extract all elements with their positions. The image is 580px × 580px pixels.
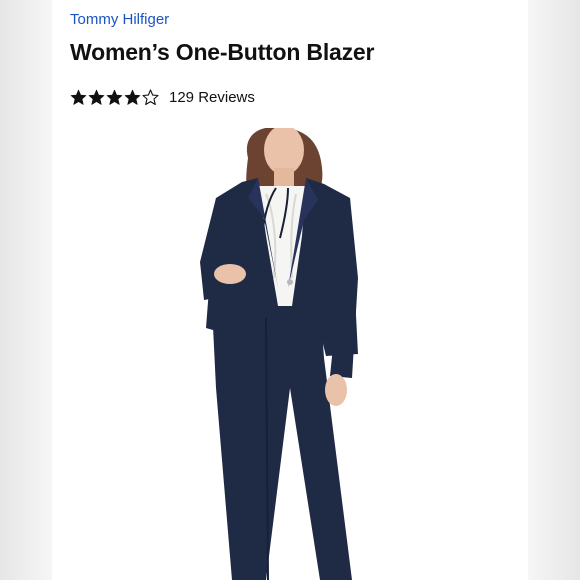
star-filled-icon	[106, 89, 123, 105]
star-filled-icon	[88, 89, 105, 105]
product-card: Tommy Hilfiger Women’s One-Button Blazer…	[52, 0, 528, 580]
star-empty-icon	[142, 88, 159, 105]
rating-row[interactable]: 129 Reviews	[70, 86, 255, 108]
star-filled-icon	[124, 89, 141, 105]
brand-link[interactable]: Tommy Hilfiger	[70, 11, 169, 28]
reviews-link[interactable]: 129 Reviews	[169, 89, 255, 106]
star-rating	[70, 88, 159, 106]
model-illustration	[200, 125, 358, 580]
product-title: Women’s One-Button Blazer	[70, 39, 375, 65]
star-filled-icon	[70, 89, 87, 105]
product-image[interactable]	[52, 125, 528, 580]
